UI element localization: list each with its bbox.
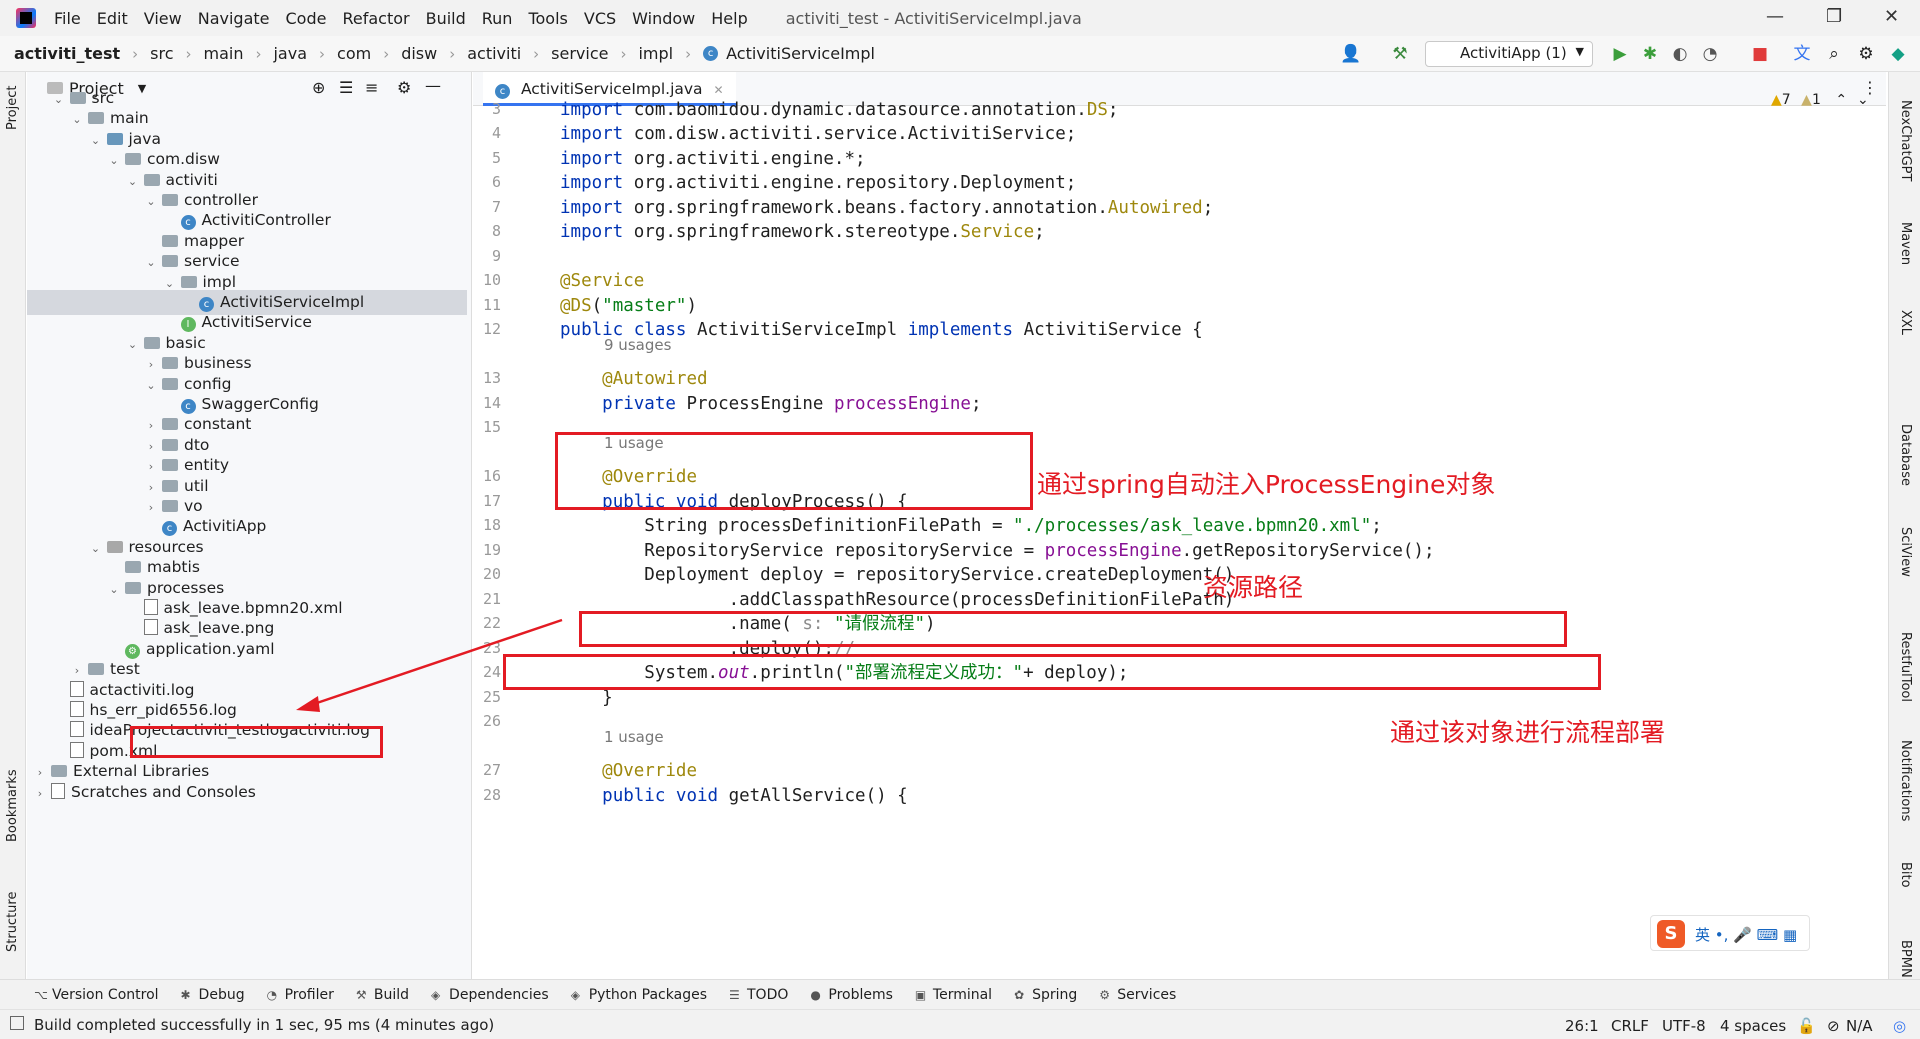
annotation-arrow xyxy=(296,618,563,712)
profiler-icon: ◔ xyxy=(266,987,278,1002)
services-icon: ⚙ xyxy=(1099,987,1111,1002)
sciview-tool-tab[interactable]: SciView xyxy=(1898,527,1913,577)
tool-todo[interactable]: ☰ TODO xyxy=(729,987,788,1003)
tool-services[interactable]: ⚙ Services xyxy=(1099,987,1176,1003)
vcs-status[interactable]: N/A xyxy=(1846,1017,1873,1035)
status-bar: Build completed successfully in 1 sec, 9… xyxy=(0,1009,1920,1039)
caret-position[interactable]: 26:1 xyxy=(1565,1017,1599,1035)
sogou-logo-icon: S xyxy=(1657,920,1685,948)
tool-problems[interactable]: ● Problems xyxy=(810,987,893,1003)
tool-terminal[interactable]: ▣ Terminal xyxy=(915,987,992,1003)
spring-icon: ✿ xyxy=(1014,987,1025,1002)
tool-label: Debug xyxy=(198,986,245,1003)
tool-version-control[interactable]: ⌥ Version Control xyxy=(34,987,159,1003)
notifications-tool-tab[interactable]: Notifications xyxy=(1898,740,1913,821)
tool-label: Services xyxy=(1117,986,1177,1003)
bpmn-tool-tab[interactable]: BPMN xyxy=(1898,940,1913,978)
tool-label: Terminal xyxy=(932,986,993,1003)
restful-tool-tab[interactable]: RestfulTool xyxy=(1898,632,1913,702)
tool-python-packages[interactable]: ◈ Python Packages xyxy=(571,987,707,1003)
ime-toolbar[interactable]: S 英 •, 🎤 ⌨ ▦ xyxy=(1650,915,1810,951)
dependencies-icon: ◈ xyxy=(431,987,441,1002)
tool-spring[interactable]: ✿ Spring xyxy=(1014,987,1077,1003)
nexchatgpt-tool-tab[interactable]: NexChatGPT xyxy=(1898,100,1913,181)
terminal-icon: ▣ xyxy=(914,987,927,1002)
todo-icon: ☰ xyxy=(729,987,740,1002)
tool-dependencies[interactable]: ◈ Dependencies xyxy=(431,987,549,1003)
problems-icon: ● xyxy=(810,987,821,1002)
no-entry-icon[interactable]: ⊘ xyxy=(1827,1017,1840,1035)
tool-label: Python Packages xyxy=(588,986,707,1003)
indent-setting[interactable]: 4 spaces xyxy=(1720,1017,1786,1035)
version-control-icon: ⌥ xyxy=(34,987,48,1002)
tool-label: Problems xyxy=(828,986,893,1003)
status-message: Build completed successfully in 1 sec, 9… xyxy=(34,1015,495,1034)
tool-label: Spring xyxy=(1032,986,1078,1003)
ai-assistant-icon[interactable]: ◎ xyxy=(1893,1017,1906,1035)
xxl-tool-tab[interactable]: XXL xyxy=(1898,310,1913,335)
build-icon: ⚒ xyxy=(355,987,367,1002)
maven-tool-tab[interactable]: Maven xyxy=(1898,222,1913,265)
tool-label: Dependencies xyxy=(449,986,549,1003)
file-encoding[interactable]: UTF-8 xyxy=(1662,1017,1706,1035)
line-separator[interactable]: CRLF xyxy=(1611,1017,1649,1035)
ime-controls[interactable]: 英 •, 🎤 ⌨ ▦ xyxy=(1695,924,1797,945)
tool-build[interactable]: ⚒ Build xyxy=(356,987,409,1003)
python-packages-icon: ◈ xyxy=(570,987,580,1002)
bito-tool-tab[interactable]: Bito xyxy=(1898,862,1913,888)
tool-label: Profiler xyxy=(284,986,334,1003)
debug-icon: ✱ xyxy=(180,987,191,1002)
tool-debug[interactable]: ✱ Debug xyxy=(181,987,245,1003)
lock-icon[interactable]: 🔓 xyxy=(1797,1017,1816,1035)
bottom-tool-bar: ⌥ Version Control ✱ Debug ◔ Profiler ⚒ Build ◈ De… xyxy=(0,979,1920,1009)
tool-profiler[interactable]: ◔ Profiler xyxy=(267,987,334,1003)
database-tool-tab[interactable]: Database xyxy=(1898,424,1913,486)
tool-label: Version Control xyxy=(52,986,159,1003)
panel-toggle-icon[interactable] xyxy=(10,1016,24,1030)
tool-label: TODO xyxy=(747,986,789,1003)
tool-label: Build xyxy=(373,986,410,1003)
right-tool-stripe: NexChatGPT Maven XXL Database SciView Re… xyxy=(1888,72,1920,979)
